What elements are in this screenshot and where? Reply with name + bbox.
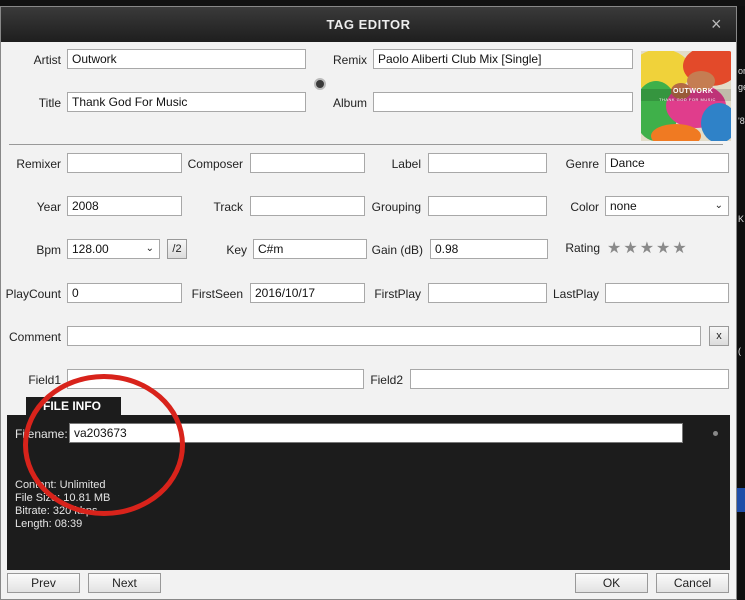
tag-editor-dialog: TAG EDITOR × Artist Outwork Remix Paolo … — [0, 6, 737, 600]
background-text-fragment: or — [738, 66, 745, 76]
lastplay-label: LastPlay — [552, 287, 599, 301]
year-label: Year — [36, 200, 61, 214]
firstseen-input[interactable]: 2016/10/17 — [250, 283, 365, 303]
title-label: Title — [38, 96, 61, 110]
bpm-select[interactable]: 128.00 ⌄ — [67, 239, 160, 259]
track-label: Track — [213, 200, 243, 214]
red-annotation-circle — [23, 374, 185, 516]
remixer-label: Remixer — [16, 157, 61, 171]
track-input[interactable] — [250, 196, 365, 216]
album-label: Album — [332, 96, 367, 110]
rating-stars[interactable]: ★★★★★ — [607, 238, 689, 258]
genre-label: Genre — [565, 157, 599, 171]
artist-input[interactable]: Outwork — [67, 49, 306, 69]
gain-input[interactable]: 0.98 — [430, 239, 548, 259]
album-art-image[interactable]: OUTWORK THANK GOD FOR MUSIC — [641, 51, 731, 141]
title-bar: TAG EDITOR × — [1, 7, 736, 42]
grouping-label: Grouping — [371, 200, 421, 214]
prev-button[interactable]: Prev — [7, 573, 80, 593]
album-art-text: OUTWORK — [673, 88, 714, 95]
label-input[interactable] — [428, 153, 547, 173]
color-select-value: none — [610, 199, 637, 213]
key-label: Key — [226, 243, 247, 257]
background-text-fragment: '8 — [738, 116, 745, 126]
label-label: Label — [391, 157, 421, 171]
background-text-fragment: ( — [738, 346, 741, 356]
genre-input[interactable]: Dance — [605, 153, 729, 173]
album-input[interactable] — [373, 92, 633, 112]
lastplay-input[interactable] — [605, 283, 729, 303]
bpm-label: Bpm — [36, 243, 61, 257]
background-blue-element — [737, 488, 745, 512]
color-label: Color — [570, 200, 599, 214]
title-input[interactable]: Thank God For Music — [67, 92, 306, 112]
background-text-fragment: K — [738, 214, 745, 224]
album-art-graphic — [641, 51, 731, 141]
comment-input[interactable] — [67, 326, 701, 346]
dialog-title: TAG EDITOR — [326, 17, 411, 32]
composer-label: Composer — [187, 157, 243, 171]
firstplay-label: FirstPlay — [374, 287, 421, 301]
firstseen-label: FirstSeen — [191, 287, 243, 301]
cancel-button[interactable]: Cancel — [656, 573, 729, 593]
chevron-down-icon: ⌄ — [145, 243, 154, 254]
artist-label: Artist — [33, 53, 61, 67]
chevron-down-icon: ⌄ — [714, 200, 723, 211]
background-text-fragment: ge — [738, 82, 745, 92]
playcount-label: PlayCount — [5, 287, 61, 301]
close-icon[interactable]: × — [711, 7, 722, 42]
gain-label: Gain (dB) — [371, 243, 423, 257]
length-info: Length: 08:39 — [15, 518, 83, 530]
background-app-edge: or ge '8 K ( — [737, 6, 745, 600]
field2-label: Field2 — [370, 373, 403, 387]
remix-input[interactable]: Paolo Aliberti Club Mix [Single] — [373, 49, 633, 69]
key-input[interactable]: C#m — [253, 239, 367, 259]
comment-label: Comment — [8, 330, 61, 344]
next-button[interactable]: Next — [88, 573, 161, 593]
playcount-input[interactable]: 0 — [67, 283, 182, 303]
link-toggle-dot[interactable] — [314, 78, 326, 90]
ok-button[interactable]: OK — [575, 573, 648, 593]
bpm-half-button[interactable]: /2 — [167, 239, 187, 259]
field2-input[interactable] — [410, 369, 729, 389]
firstplay-input[interactable] — [428, 283, 547, 303]
composer-input[interactable] — [250, 153, 365, 173]
field1-label: Field1 — [28, 373, 61, 387]
grouping-input[interactable] — [428, 196, 547, 216]
year-input[interactable]: 2008 — [67, 196, 182, 216]
color-select[interactable]: none ⌄ — [605, 196, 729, 216]
remix-label: Remix — [332, 53, 367, 67]
bpm-select-value: 128.00 — [72, 242, 109, 256]
remixer-input[interactable] — [67, 153, 182, 173]
album-art-subtext: THANK GOD FOR MUSIC — [659, 97, 716, 102]
section-divider — [9, 144, 723, 145]
panel-indicator-dot — [713, 431, 718, 436]
comment-clear-button[interactable]: x — [709, 326, 729, 346]
rating-label: Rating — [565, 241, 600, 255]
